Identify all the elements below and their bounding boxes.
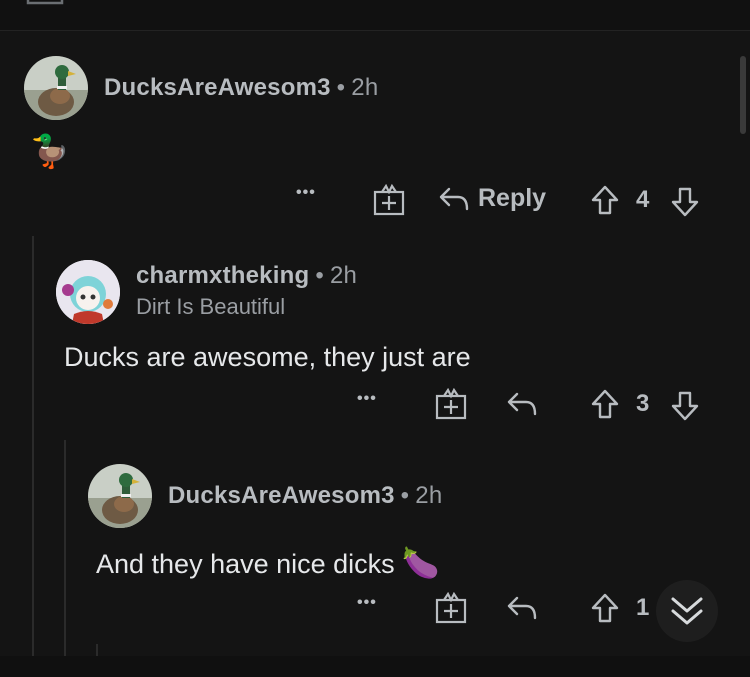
comment-time: 2h: [351, 74, 379, 101]
more-icon: •••: [357, 390, 377, 407]
top-bar: [0, 0, 750, 31]
reply-button[interactable]: [506, 594, 538, 622]
award-icon: [435, 592, 467, 624]
comment-text: And they have nice dicks: [96, 549, 395, 579]
award-icon: [435, 388, 467, 420]
monitor-icon[interactable]: [26, 0, 66, 8]
reply-button[interactable]: Reply: [438, 184, 546, 213]
reply-icon: [507, 596, 537, 620]
reply-label: Reply: [478, 184, 547, 212]
more-options-button[interactable]: •••: [357, 390, 377, 408]
duck-avatar-icon: [88, 464, 152, 528]
downvote-button[interactable]: [670, 186, 700, 218]
thread-line-level-1[interactable]: [32, 236, 34, 656]
avatar[interactable]: [24, 56, 88, 120]
comment-author[interactable]: DucksAreAwesom3 • 2h: [104, 74, 378, 102]
award-button[interactable]: [372, 184, 406, 216]
separator-dot: •: [400, 482, 410, 509]
upvote-icon: [591, 389, 619, 419]
vote-count-value: 3: [636, 390, 650, 417]
comment-body-emoji: 🦆: [30, 133, 70, 169]
upvote-button[interactable]: [590, 184, 620, 216]
award-button[interactable]: [434, 388, 468, 420]
downvote-button[interactable]: [670, 390, 700, 422]
upvote-icon: [591, 593, 619, 623]
anime-avatar-icon: [56, 260, 120, 324]
eggplant-emoji: 🍆: [402, 547, 440, 580]
comment-author[interactable]: charmxtheking • 2h: [136, 262, 357, 290]
vote-count-value: 1: [636, 594, 650, 621]
comment-author[interactable]: DucksAreAwesom3 • 2h: [168, 482, 442, 510]
reply-icon: [507, 392, 537, 416]
award-icon: [373, 184, 405, 216]
comment-body: Ducks are awesome, they just are: [64, 342, 471, 372]
vote-count: 4: [636, 186, 649, 214]
vote-count: 3: [636, 390, 649, 418]
user-flair: Dirt Is Beautiful: [136, 294, 286, 319]
downvote-icon: [671, 187, 699, 217]
comment-time: 2h: [415, 482, 443, 509]
more-icon: •••: [296, 184, 316, 201]
separator-dot: •: [336, 74, 346, 101]
avatar[interactable]: [88, 464, 152, 528]
separator-dot: •: [315, 262, 324, 289]
thread-line-level-2[interactable]: [64, 440, 66, 656]
collapse-thread-button[interactable]: [656, 580, 718, 642]
upvote-button[interactable]: [590, 388, 620, 420]
upvote-icon: [591, 185, 619, 215]
reply-icon: [439, 187, 469, 210]
comment-time: 2h: [329, 262, 358, 289]
reply-button[interactable]: [506, 390, 538, 418]
vote-count: 1: [636, 594, 649, 622]
scrollbar[interactable]: [740, 56, 746, 134]
avatar[interactable]: [56, 260, 120, 324]
more-options-button[interactable]: •••: [357, 594, 377, 612]
award-button[interactable]: [434, 592, 468, 624]
vote-count-value: 4: [636, 186, 650, 213]
duck-avatar-icon: [24, 56, 88, 120]
comment-body: And they have nice dicks 🍆: [96, 546, 440, 581]
bottom-edge: [0, 656, 750, 677]
collapse-chevron-icon: [671, 597, 703, 625]
more-options-button[interactable]: •••: [296, 184, 316, 202]
more-icon: •••: [357, 594, 377, 611]
upvote-button[interactable]: [590, 592, 620, 624]
downvote-icon: [671, 391, 699, 421]
